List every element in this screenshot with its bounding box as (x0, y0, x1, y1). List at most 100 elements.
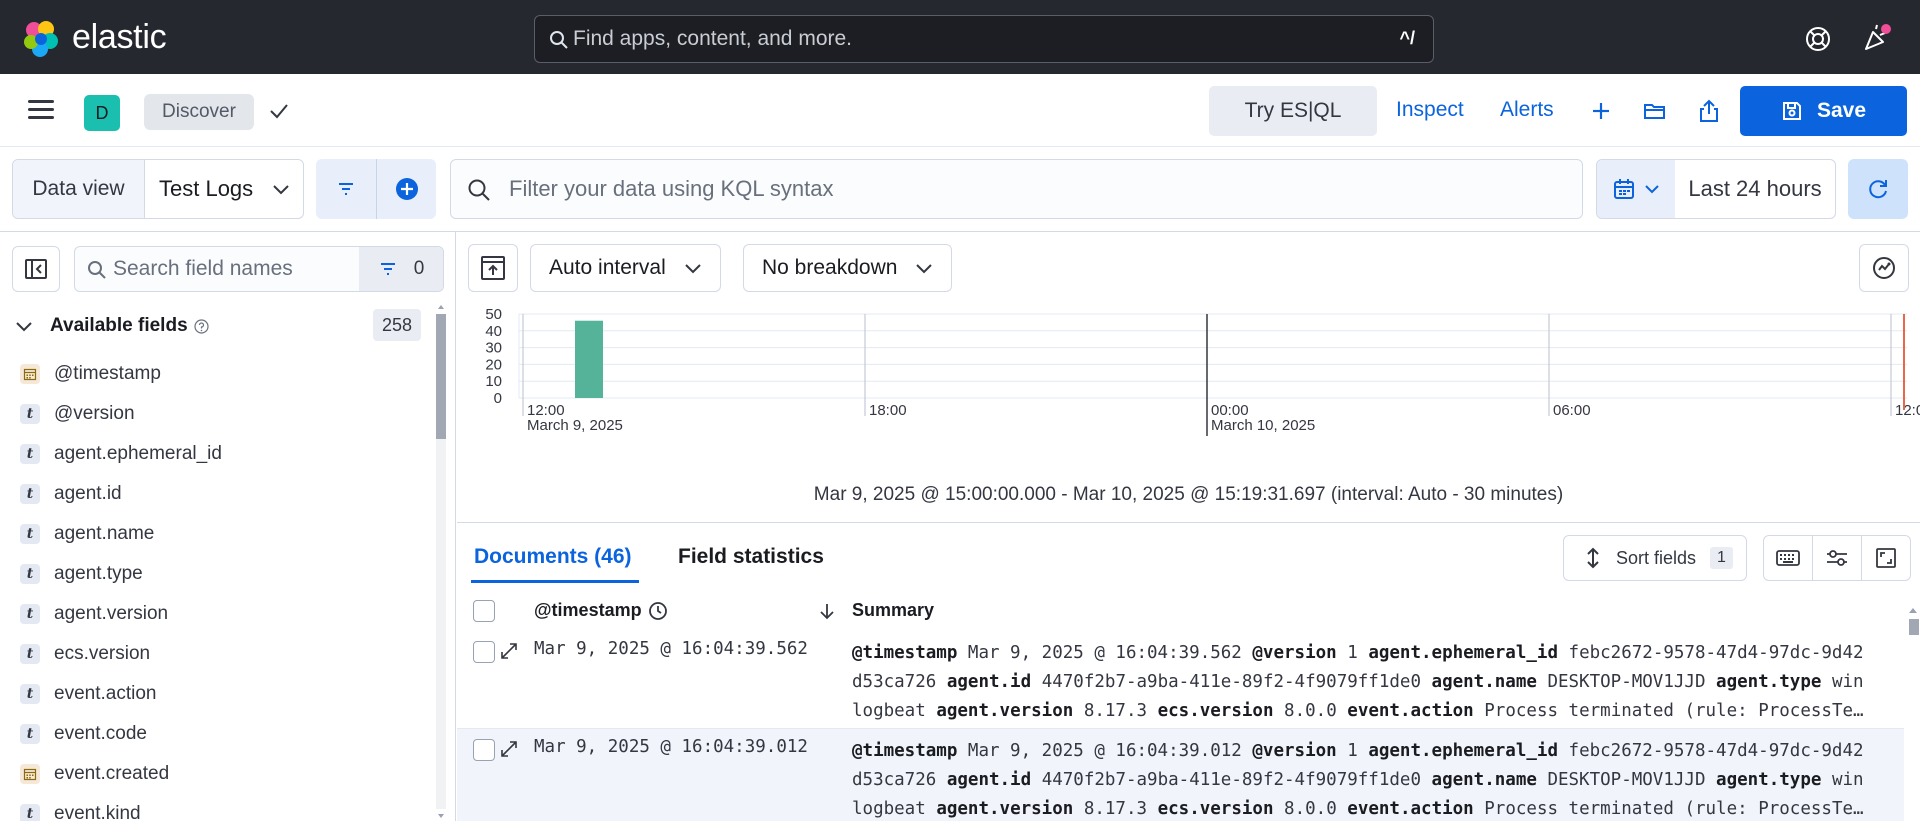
discover-app: elastic ^/ D Discover Try ES|QL Inspect (0, 0, 1920, 821)
scroll-down-icon (438, 814, 444, 818)
summary-field-value: 8.0.0 (1284, 799, 1337, 819)
toggle-histogram-button[interactable] (468, 244, 518, 292)
summary-line: logbeat agent.version 8.17.3 ecs.version… (852, 795, 1897, 821)
field-name: agent.name (54, 523, 155, 544)
sort-descending-icon[interactable] (817, 601, 837, 621)
collapse-left-icon (25, 259, 47, 279)
summary-field-key: agent.name (1431, 672, 1537, 692)
global-search-input[interactable] (573, 24, 1353, 54)
grid-scrollbar[interactable] (1907, 605, 1919, 821)
help-icon[interactable] (1804, 25, 1832, 53)
fullscreen-button[interactable] (1861, 536, 1910, 580)
global-search[interactable]: ^/ (534, 15, 1434, 63)
summary-field-value: d53ca726 (852, 770, 937, 790)
summary-field-value: Mar 9, 2025 @ 16:04:39.562 (967, 643, 1242, 663)
string-field-icon: t (20, 404, 40, 424)
breakdown-dropdown[interactable]: No breakdown (743, 244, 953, 292)
refresh-icon (1869, 180, 1887, 199)
refresh-button[interactable] (1848, 159, 1908, 219)
histogram-bar[interactable] (575, 320, 603, 398)
summary-field-value: 4470f2b7-a9ba-411e-89f2-4f9079ff1de0 (1041, 672, 1421, 692)
new-search-icon[interactable] (1588, 98, 1614, 124)
keyboard-shortcuts-button[interactable] (1764, 536, 1812, 580)
field-name: event.created (54, 763, 170, 784)
x-tick-sublabel: March 9, 2025 (527, 417, 623, 434)
tab-documents[interactable]: Documents (46) (474, 545, 632, 569)
string-field-icon: t (20, 604, 40, 624)
quick-select-button[interactable] (1597, 160, 1675, 218)
table-row[interactable]: Mar 9, 2025 @ 16:04:39.012 @timestamp Mar… (457, 729, 1904, 821)
field-item[interactable]: event.created (0, 754, 440, 794)
inspect-button[interactable]: Inspect (1396, 98, 1464, 122)
field-item[interactable]: t agent.type (0, 554, 440, 594)
field-filter-count: 0 (413, 258, 425, 279)
field-type-filter-button[interactable]: 0 (359, 247, 443, 291)
summary-field-key: ecs.version (1157, 799, 1274, 819)
field-name: event.kind (54, 803, 141, 821)
field-search[interactable]: 0 (74, 246, 444, 292)
field-item[interactable]: t event.kind (0, 794, 440, 821)
summary-field-value: 4470f2b7-a9ba-411e-89f2-4f9079ff1de0 (1041, 770, 1421, 790)
column-header-timestamp[interactable]: @timestamp (534, 600, 668, 621)
collapse-sidebar-button[interactable] (12, 246, 60, 292)
field-item[interactable]: t agent.version (0, 594, 440, 634)
scroll-thumb[interactable] (436, 314, 446, 439)
add-filter-button[interactable] (376, 159, 436, 219)
summary-field-key: @timestamp (852, 643, 958, 663)
y-tick-label: 40 (485, 323, 502, 340)
data-view-label: Data view (13, 160, 145, 218)
menu-icon[interactable] (28, 100, 54, 122)
summary-field-key: agent.type (1716, 770, 1822, 790)
space-avatar[interactable]: D (84, 95, 120, 131)
news-feed-icon[interactable] (1862, 23, 1892, 53)
select-all-checkbox[interactable] (473, 600, 495, 622)
open-folder-icon[interactable] (1642, 98, 1668, 124)
kql-query-input[interactable] (509, 174, 1559, 204)
breadcrumb[interactable]: Discover (144, 94, 254, 130)
summary-field-value: febc2672-9578-47d4-97dc-9d42 (1568, 643, 1864, 663)
field-item[interactable]: t @version (0, 394, 440, 434)
column-header-summary[interactable]: Summary (852, 600, 934, 621)
save-button[interactable]: Save (1740, 86, 1907, 136)
data-view-selector[interactable]: Test Logs (145, 160, 303, 218)
chart-options-button[interactable] (1859, 244, 1909, 292)
tab-field-statistics[interactable]: Field statistics (678, 545, 824, 569)
time-range-button[interactable]: Last 24 hours (1675, 160, 1835, 218)
question-icon[interactable] (194, 318, 209, 334)
summary-field-value: febc2672-9578-47d4-97dc-9d42 (1568, 741, 1864, 761)
field-item[interactable]: t agent.ephemeral_id (0, 434, 440, 474)
elastic-logo-icon[interactable] (22, 19, 62, 59)
filter-menu-button[interactable] (316, 159, 376, 219)
sidebar-scrollbar[interactable] (436, 302, 446, 821)
field-name: @version (54, 403, 135, 424)
field-item[interactable]: t ecs.version (0, 634, 440, 674)
x-tick-label: 18:00 (869, 402, 907, 419)
field-item[interactable]: @timestamp (0, 354, 440, 394)
summary-field-value: 8.0.0 (1284, 701, 1337, 721)
data-view-picker[interactable]: Data view Test Logs (12, 159, 304, 219)
row-checkbox[interactable] (473, 739, 495, 761)
summary-field-value: logbeat (852, 701, 926, 721)
field-item[interactable]: t event.code (0, 714, 440, 754)
try-esql-button[interactable]: Try ES|QL (1209, 86, 1377, 136)
logo-text[interactable]: elastic (72, 18, 167, 57)
scroll-thumb[interactable] (1909, 619, 1919, 635)
summary-field-value: Mar 9, 2025 @ 16:04:39.012 (967, 741, 1242, 761)
display-options-button[interactable] (1812, 536, 1861, 580)
field-item[interactable]: t agent.name (0, 514, 440, 554)
interval-dropdown[interactable]: Auto interval (530, 244, 721, 292)
field-search-input[interactable] (113, 255, 363, 283)
sort-fields-button[interactable]: Sort fields 1 (1563, 535, 1747, 581)
share-icon[interactable] (1696, 98, 1722, 124)
kql-query-field[interactable] (450, 159, 1583, 219)
row-checkbox[interactable] (473, 641, 495, 663)
histogram-chart[interactable]: 5040302010012:00March 9, 202518:00 00:00M… (457, 302, 1920, 462)
field-item[interactable]: t event.action (0, 674, 440, 714)
available-fields-toggle[interactable]: Available fields (14, 308, 424, 344)
alerts-button[interactable]: Alerts (1500, 98, 1554, 122)
field-item[interactable]: t agent.id (0, 474, 440, 514)
expand-row-icon[interactable] (499, 641, 519, 661)
expand-row-icon[interactable] (499, 739, 519, 759)
table-row[interactable]: Mar 9, 2025 @ 16:04:39.562 @timestamp Mar… (457, 631, 1904, 729)
summary-field-value: 8.17.3 (1083, 701, 1148, 721)
